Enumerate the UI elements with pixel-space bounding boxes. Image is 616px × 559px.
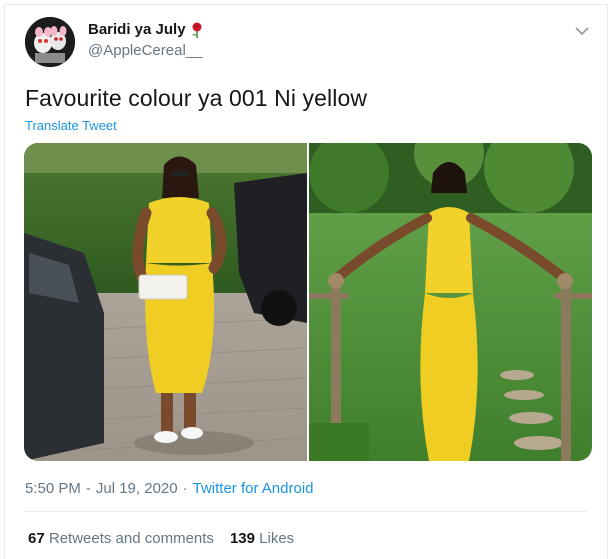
tweet-timestamp-row: 5:50 PM - Jul 19, 2020 · Twitter for And… xyxy=(25,480,314,497)
chevron-down-icon xyxy=(575,23,589,41)
retweets-label: Retweets and comments xyxy=(48,530,214,547)
tweet-media xyxy=(24,143,592,461)
author-name-row[interactable]: Baridi ya July xyxy=(88,21,204,38)
likes-stat[interactable]: 139 Likes xyxy=(230,530,294,547)
tweet-text: Favourite colour ya 001 Ni yellow xyxy=(25,85,368,111)
tweet-date[interactable]: Jul 19, 2020 xyxy=(96,480,178,497)
retweets-count: 67 xyxy=(28,530,45,547)
retweets-stat[interactable]: 67 Retweets and comments xyxy=(28,530,214,547)
tweet-separator-2: · xyxy=(182,480,188,497)
tweet-card: Baridi ya July @AppleCereal__ Favourite … xyxy=(4,4,608,559)
likes-label: Likes xyxy=(259,530,295,547)
tweet-time[interactable]: 5:50 PM xyxy=(25,480,81,497)
photo-2-image xyxy=(309,143,592,461)
tweet-stats: 67 Retweets and comments 139 Likes xyxy=(28,530,294,547)
tweet-source-link[interactable]: Twitter for Android xyxy=(193,480,314,497)
translate-tweet-link[interactable]: Translate Tweet xyxy=(25,118,117,133)
divider xyxy=(25,511,587,512)
tweet-photo-1[interactable] xyxy=(24,143,307,461)
likes-count: 139 xyxy=(229,530,255,547)
rose-icon xyxy=(190,22,204,38)
photo-1-image xyxy=(24,143,307,461)
tweet-photo-2[interactable] xyxy=(309,143,592,461)
user-handle[interactable]: @AppleCereal__ xyxy=(88,42,202,59)
tweet-menu-button[interactable] xyxy=(571,21,593,43)
display-name[interactable]: Baridi ya July xyxy=(88,21,186,38)
avatar[interactable] xyxy=(25,17,75,67)
tweet-separator-1: - xyxy=(85,480,91,497)
